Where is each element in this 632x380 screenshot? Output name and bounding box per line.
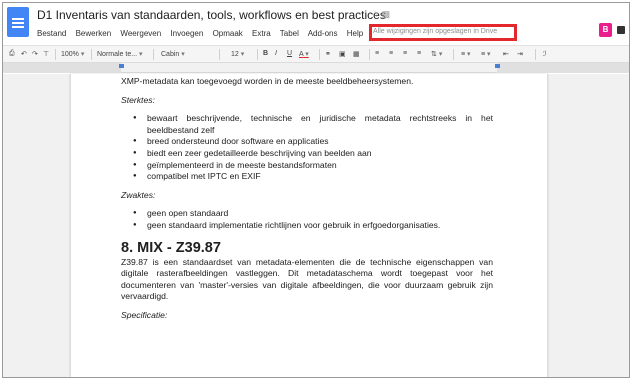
menu-item-opmaak[interactable]: Opmaak (213, 29, 243, 38)
ruler[interactable] (3, 63, 629, 73)
style-select[interactable]: Normale te... (97, 50, 143, 58)
menu-item-invoegen[interactable]: Invoegen (170, 29, 203, 38)
toolbar-divider (219, 49, 220, 60)
strengths-list: bewaart beschrijvende, technische en jur… (121, 113, 493, 183)
toolbar-divider (257, 49, 258, 60)
italic-button[interactable]: I (275, 50, 277, 57)
menu-bar: Bestand Bewerken Weergeven Invoegen Opma… (37, 29, 370, 38)
highlight-box (369, 24, 517, 41)
font-size-select[interactable]: 12 (231, 50, 244, 58)
formatting-toolbar: ⎙ ↶ ↷ ⊤ 100% Normale te... Cabin 12 B I … (3, 45, 629, 63)
print-icon[interactable]: ⎙ (9, 50, 15, 58)
menu-item-weergeven[interactable]: Weergeven (120, 29, 161, 38)
align-center-icon[interactable]: ≡ (389, 50, 393, 57)
toolbar-divider (55, 49, 56, 60)
intro-line: XMP-metadata kan toegevoegd worden in de… (121, 76, 414, 86)
strengths-heading: Sterktes: (121, 94, 155, 105)
spec-heading: Specificatie: (121, 309, 168, 320)
menu-item-help[interactable]: Help (347, 29, 363, 38)
docs-header: D1 Inventaris van standaarden, tools, wo… (3, 3, 629, 45)
undo-icon[interactable]: ↶ (21, 50, 27, 58)
numbered-list-icon[interactable]: ≡ (461, 50, 471, 58)
right-indent-marker[interactable] (495, 64, 500, 68)
text-color-button[interactable]: A (299, 50, 309, 58)
align-justify-icon[interactable]: ≡ (417, 50, 421, 57)
document-content[interactable]: XMP-metadata kan toegevoegd worden in de… (121, 76, 493, 322)
menu-item-bewerken[interactable]: Bewerken (76, 29, 112, 38)
list-item: geen open standaard (121, 208, 493, 220)
paint-format-icon[interactable]: ⊤ (43, 50, 49, 58)
document-title[interactable]: D1 Inventaris van standaarden, tools, wo… (37, 8, 386, 22)
docs-logo-icon[interactable] (7, 7, 29, 37)
avatar[interactable]: B (599, 23, 612, 37)
browser-frame: D1 Inventaris van standaarden, tools, wo… (2, 2, 630, 378)
section-heading: 8. MIX - Z39.87 (121, 239, 221, 256)
list-item: geen standaard implementatie richtlijnen… (121, 220, 493, 232)
menu-item-add-ons[interactable]: Add-ons (308, 29, 338, 38)
clear-formatting-icon[interactable]: ℐ (543, 50, 546, 58)
ruler-left-margin (3, 63, 121, 73)
title-icons: ☆ ▩ (371, 9, 390, 20)
toolbar-divider (91, 49, 92, 60)
zoom-select[interactable]: 100% (61, 50, 84, 58)
scrollbar[interactable] (617, 74, 629, 377)
menu-item-bestand[interactable]: Bestand (37, 29, 66, 38)
image-icon[interactable]: ▦ (353, 50, 360, 58)
list-item: geïmplementeerd in de meeste bestandsfor… (121, 160, 493, 172)
document-canvas: XMP-metadata kan toegevoegd worden in de… (3, 74, 629, 377)
document-page[interactable]: XMP-metadata kan toegevoegd worden in de… (70, 74, 548, 377)
toolbar-divider (153, 49, 154, 60)
bold-button[interactable]: B (263, 50, 268, 57)
comments-icon[interactable] (617, 26, 625, 34)
comment-icon[interactable]: ▣ (339, 50, 346, 58)
underline-button[interactable]: U (287, 50, 292, 57)
align-right-icon[interactable]: ≡ (403, 50, 407, 57)
weaknesses-list: geen open standaard geen standaard imple… (121, 208, 493, 231)
list-item: compatibel met IPTC en EXIF (121, 171, 493, 183)
font-select[interactable]: Cabin (161, 50, 185, 58)
folder-icon[interactable]: ▩ (382, 9, 391, 19)
section-paragraph: Z39.87 is een standaardset van metadata-… (121, 256, 493, 302)
bulleted-list-icon[interactable]: ≡ (481, 50, 491, 58)
menu-item-extra[interactable]: Extra (252, 29, 271, 38)
list-item: biedt een zeer gedetailleerde beschrijvi… (121, 148, 493, 160)
decrease-indent-icon[interactable]: ⇤ (503, 50, 509, 58)
menu-item-tabel[interactable]: Tabel (280, 29, 299, 38)
weaknesses-heading: Zwaktes: (121, 189, 156, 200)
list-item: breed ondersteund door software en appli… (121, 136, 493, 148)
indent-marker[interactable] (119, 64, 124, 68)
redo-icon[interactable]: ↷ (32, 50, 38, 58)
toolbar-divider (319, 49, 320, 60)
toolbar-divider (453, 49, 454, 60)
link-icon[interactable]: ⚭ (325, 50, 331, 58)
toolbar-divider (535, 49, 536, 60)
line-spacing-icon[interactable]: ⇅ (431, 50, 442, 58)
toolbar-divider (369, 49, 370, 60)
ruler-right-margin (497, 63, 629, 73)
list-item: bewaart beschrijvende, technische en jur… (121, 113, 493, 136)
star-icon[interactable]: ☆ (371, 9, 379, 19)
align-left-icon[interactable]: ≡ (375, 50, 379, 57)
increase-indent-icon[interactable]: ⇥ (517, 50, 523, 58)
